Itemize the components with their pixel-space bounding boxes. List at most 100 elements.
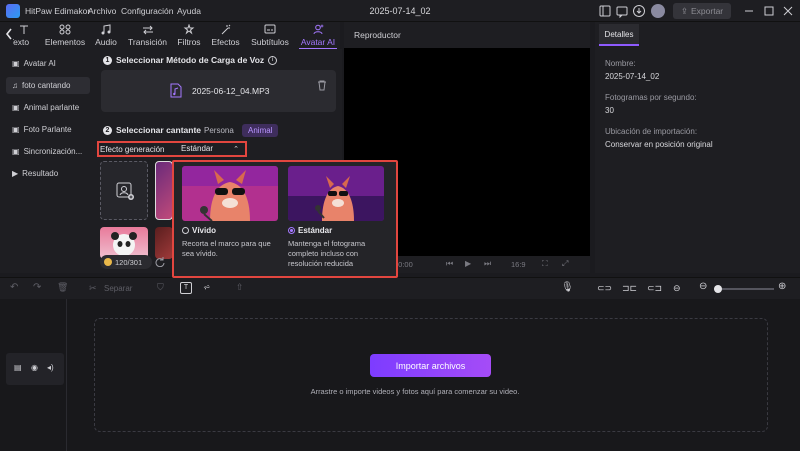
speaker-icon[interactable]: ◂) [47,363,54,372]
details-panel: Detalles Nombre: 2025-07-14_02 Fotograma… [595,22,800,273]
standard-option-image[interactable] [288,166,384,221]
download-icon[interactable] [632,4,646,18]
zoom-in-icon[interactable]: ⊕ [778,281,786,292]
tab-texto[interactable]: Texto [13,24,35,48]
music-note-icon [101,24,111,35]
detail-fps-value: 30 [605,106,614,115]
track-header: ▤ ◉ ◂) [6,353,64,385]
text-box-icon[interactable]: T [180,282,192,294]
menu-ayuda[interactable]: Ayuda [177,6,201,16]
tab-subtitulos[interactable]: Subtítulos [250,24,290,48]
animal-icon: ▣ [12,103,20,112]
user-avatar-icon[interactable] [651,4,665,18]
singer-option-animal[interactable]: Animal [242,124,279,137]
maximize-icon[interactable] [762,4,776,18]
snap-icon[interactable]: ⊂⊐ [647,283,662,294]
delete-icon[interactable]: 🗑 [57,282,68,293]
title-bar: HitPaw Edimakor Archivo Configuración Ay… [0,0,800,22]
step1-title: 1 Seleccionar Método de Carga de Voz i [103,55,278,65]
scissors-icon[interactable]: ✂ [89,283,97,294]
sidebar-item-sincronizacion[interactable]: ▣ Sincronización... [6,143,90,160]
split-clip-icon[interactable]: ⊐⊏ [622,283,637,294]
fullscreen-icon[interactable]: ⤢ [562,259,568,269]
split-button[interactable]: Separar [104,284,132,293]
avatar-thumbnail[interactable] [155,161,173,220]
marker-icon[interactable]: ⛉ [157,282,164,293]
detail-location-label: Ubicación de importación: [605,127,698,136]
upload-icon: ⇪ [680,5,688,16]
music-photo-icon: ♫ [12,81,18,90]
upload-clip-icon[interactable]: ⇧ [236,282,244,293]
export-button[interactable]: ⇪ Exportar [673,3,731,19]
generation-effect-popup: Vívido Recorta el marco para que sea vív… [172,160,398,278]
vivid-radio[interactable] [182,227,189,234]
subtitles-icon [264,24,276,34]
coin-icon [104,258,112,266]
sync-icon: ▣ [12,147,20,156]
prev-frame-icon[interactable]: ⏮ [446,259,453,269]
sidebar-item-foto-cantando[interactable]: ♫ foto cantando [6,77,90,94]
refresh-icon[interactable] [155,257,165,267]
tab-avatar-ai[interactable]: Avatar AI [299,24,337,50]
sidebar-item-resultado[interactable]: ▶ Resultado [6,165,90,182]
trash-icon[interactable] [317,80,327,91]
tab-efectos[interactable]: Efectos [211,24,240,48]
aspect-ratio[interactable]: 16:9 [511,260,526,269]
player-header: Reproductor [344,22,590,48]
avatar-ai-icon [313,24,324,35]
crop-icon[interactable]: ⛶ [542,259,548,269]
zoom-slider-handle[interactable] [714,285,722,293]
elements-icon [59,24,71,35]
zoom-slider[interactable] [714,288,774,290]
effect-dropdown[interactable]: Estándar ⌃ [175,142,245,155]
audio-file-name: 2025-06-12_04.MP3 [192,86,270,96]
tab-elementos[interactable]: Elementos [44,24,86,48]
menu-configuracion[interactable]: Configuración [121,6,173,16]
tab-transicion[interactable]: Transición [127,24,168,48]
effects-icon [221,24,230,35]
tab-detalles[interactable]: Detalles [599,24,639,46]
next-frame-icon[interactable]: ⏭ [484,259,491,269]
app-logo-icon [6,4,20,18]
auto-subtitle-icon[interactable]: ⩫ [203,282,211,293]
standard-option[interactable]: Estándar [288,226,332,235]
menu-archivo[interactable]: Archivo [88,6,116,16]
close-icon[interactable] [781,4,795,18]
message-icon[interactable] [615,4,629,18]
standard-description: Mantenga el fotograma completo incluso c… [288,239,366,268]
fox-thumbnail[interactable] [155,227,173,259]
layout-icon[interactable] [598,4,612,18]
photo-talk-icon: ▣ [12,125,20,134]
audio-file-card[interactable]: 2025-06-12_04.MP3 [101,70,336,112]
link-icon[interactable]: ⊂⊃ [597,283,612,294]
chevron-up-icon: ⌃ [233,145,239,153]
vivid-option[interactable]: Vívido [182,226,216,235]
microphone-icon[interactable]: 🎙 [561,282,574,293]
info-icon[interactable]: i [268,55,278,65]
sidebar-item-foto-parlante[interactable]: ▣ Foto Parlante [6,121,90,138]
sidebar-item-animal-parlante[interactable]: ▣ Animal parlante [6,99,90,116]
import-files-button[interactable]: Importar archivos [370,354,491,377]
redo-icon[interactable]: ↷ [33,282,41,293]
tab-filtros[interactable]: Filtros [176,24,202,48]
singer-option-persona[interactable]: Persona [198,124,240,137]
undo-icon[interactable]: ↶ [10,282,18,293]
minimize-icon[interactable] [742,4,756,18]
drop-hint: Arrastre o importe videos y fotos aquí p… [310,387,520,396]
app-name: HitPaw Edimakor [25,6,91,16]
step2-title: 2 Seleccionar cantante [103,125,201,135]
transition-icon [142,25,153,35]
standard-radio[interactable] [288,227,295,234]
zoom-out-icon[interactable]: ⊖ [699,281,707,292]
fit-icon[interactable]: ⊖ [673,283,681,294]
vivid-option-image[interactable] [182,166,278,221]
avatar-icon: ▣ [12,59,20,68]
play-icon[interactable]: ▶ [465,259,471,268]
detail-fps-label: Fotogramas por segundo: [605,93,697,102]
eye-icon[interactable]: ◉ [31,363,38,372]
sidebar-item-avatar-ai[interactable]: ▣ Avatar AI [6,55,90,72]
tab-audio[interactable]: Audio [93,24,119,48]
add-photo-button[interactable] [100,161,148,220]
result-icon: ▶ [12,169,19,178]
timeline-toolbar: ↶ ↷ 🗑 ✂ Separar ⛉ T ⩫ ⇧ 🎙 ⊂⊃ ⊐⊏ ⊂⊐ ⊖ ⊖ ⊕ [0,277,800,299]
